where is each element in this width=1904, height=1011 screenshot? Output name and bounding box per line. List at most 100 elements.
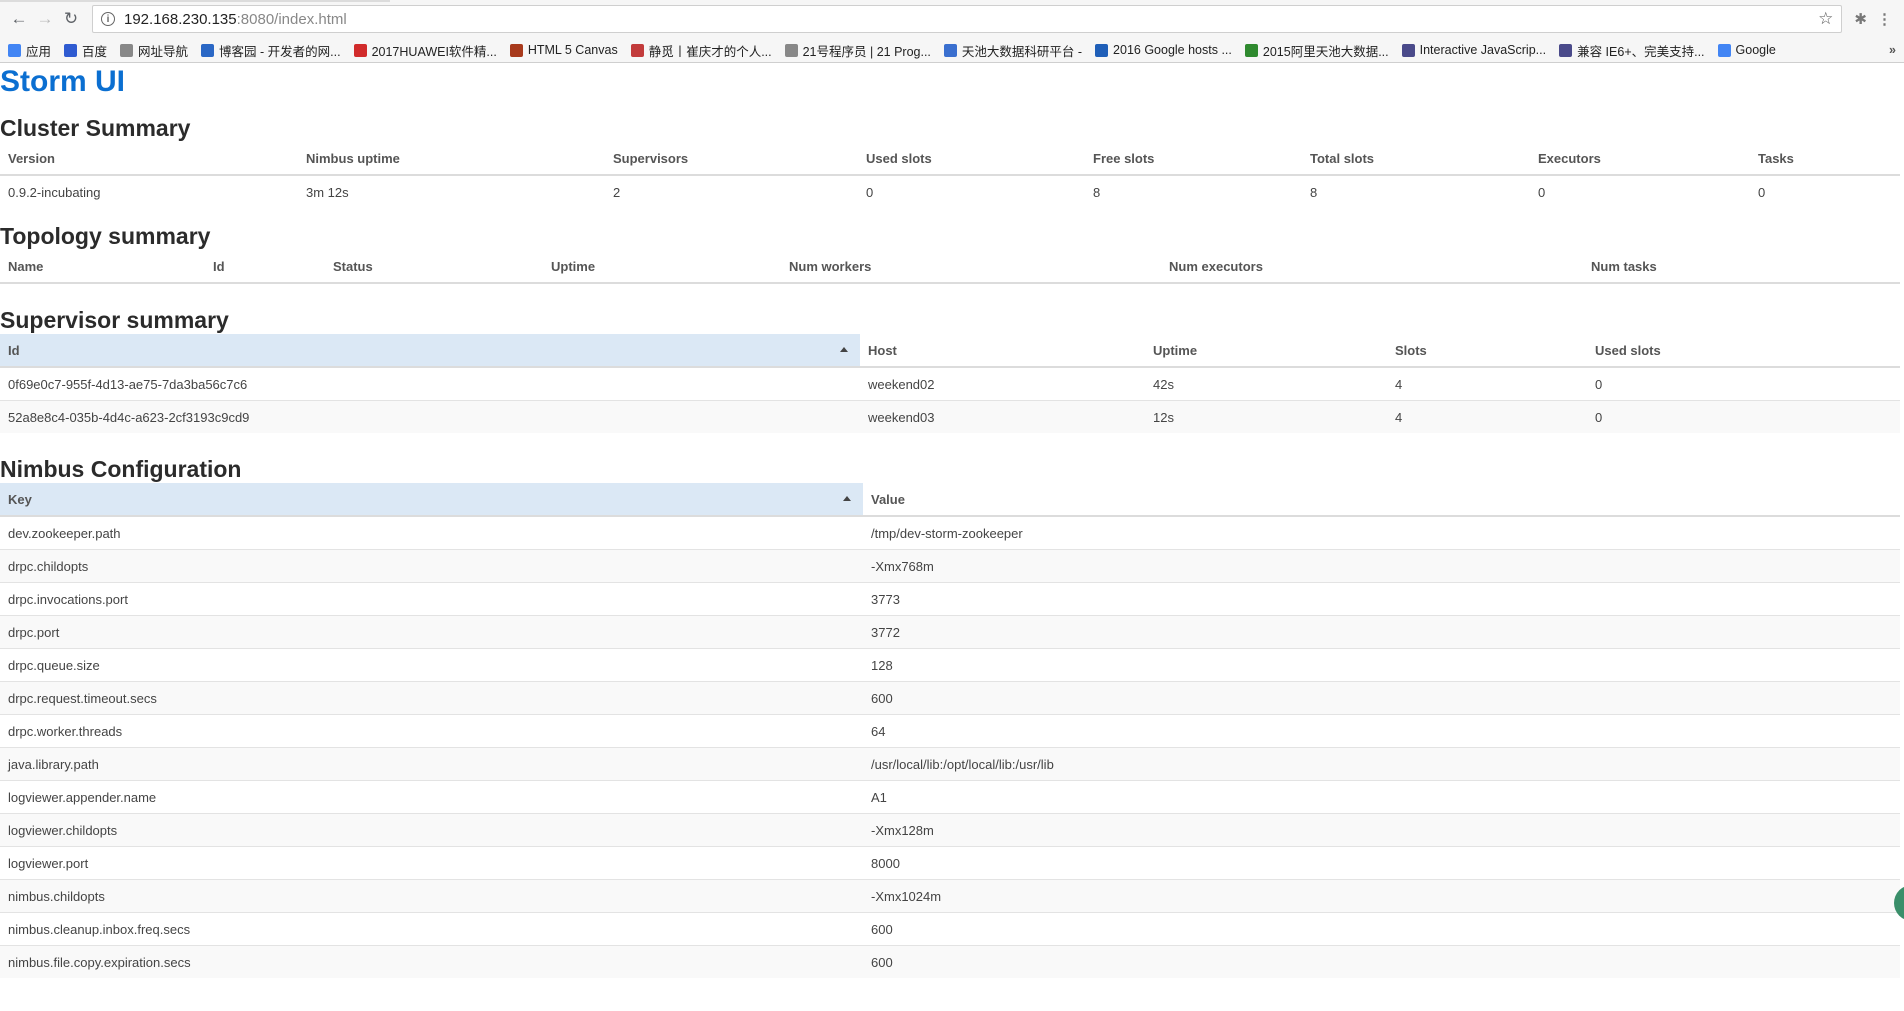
bookmark-label: 天池大数据科研平台 - bbox=[961, 44, 1083, 59]
bookmark-item[interactable]: 2016 Google hosts ... bbox=[1095, 43, 1232, 57]
table-row: drpc.queue.size 128 bbox=[0, 648, 1900, 682]
sort-ascending-icon bbox=[843, 496, 851, 501]
table-row: dev.zookeeper.path/tmp/dev-storm-zookeep… bbox=[0, 515, 1900, 550]
nimbus-cell: 64 bbox=[863, 714, 1900, 748]
google-icon bbox=[1717, 43, 1731, 57]
cluster-column-header[interactable]: Total slots bbox=[1302, 142, 1530, 176]
table-row: 0f69e0c7-955f-4d13-ae75-7da3ba56c7c6 week… bbox=[0, 366, 1900, 401]
nimbus-configuration-heading: Nimbus Configuration bbox=[0, 456, 242, 482]
cluster-column-header[interactable]: Used slots bbox=[858, 142, 1085, 176]
nimbus-cell: dev.zookeeper.path bbox=[0, 515, 863, 550]
bookmark-item[interactable]: HTML 5 Canvas bbox=[509, 43, 618, 57]
nimbus-cell: drpc.request.timeout.secs bbox=[0, 681, 863, 715]
address-bar[interactable]: i 192.168.230.135:8080/index.html ☆ bbox=[92, 5, 1843, 33]
cluster-column-header[interactable]: Nimbus uptime bbox=[298, 142, 605, 176]
bookmark-label: HTML 5 Canvas bbox=[527, 43, 618, 57]
nimbus-cell: logviewer.appender.name bbox=[0, 780, 863, 814]
bookmark-item[interactable]: 网址导航 bbox=[120, 41, 188, 60]
forward-arrow-icon[interactable]: → bbox=[32, 6, 58, 32]
bookmark-label: 21号程序员 | 21 Prog... bbox=[802, 44, 931, 59]
nimbus-cell: java.library.path bbox=[0, 747, 863, 781]
bookmark-item[interactable]: Google bbox=[1717, 43, 1776, 57]
browser-toolbar: ← → ↻ i 192.168.230.135:8080/index.html … bbox=[0, 0, 1904, 38]
tab-strip-edge bbox=[0, 0, 390, 2]
table-row: nimbus.cleanup.inbox.freq.secs 600 bbox=[0, 912, 1900, 946]
topology-column-header[interactable]: Id bbox=[205, 250, 325, 284]
supervisor-column-header[interactable]: Host bbox=[860, 334, 1145, 368]
cluster-column-header[interactable]: Free slots bbox=[1085, 142, 1302, 176]
cluster-cell: 2 bbox=[605, 174, 858, 208]
nimbus-cell: 3772 bbox=[863, 615, 1900, 649]
supervisor-column-header[interactable]: Slots bbox=[1387, 334, 1587, 368]
baidu-icon bbox=[64, 43, 78, 57]
cluster-cell: 0.9.2-incubating bbox=[0, 174, 298, 208]
bookmark-label: 兼容 IE6+、完美支持... bbox=[1577, 44, 1705, 59]
supervisor-cell: 0 bbox=[1587, 366, 1900, 401]
supervisor-cell: 0 bbox=[1587, 400, 1900, 433]
page-title[interactable]: Storm UI bbox=[0, 65, 1904, 99]
supervisor-cell: weekend02 bbox=[860, 366, 1145, 401]
bookmarks-bar: 应用 百度 网址导航 博客园 - 开发者的网... 2017HUAWEI软件精... HT… bbox=[0, 38, 1904, 63]
topology-summary-heading: Topology summary bbox=[0, 223, 211, 249]
supervisor-column-header[interactable]: Uptime bbox=[1145, 334, 1387, 368]
bookmark-item[interactable]: 博客园 - 开发者的网... bbox=[201, 41, 341, 60]
back-arrow-icon[interactable]: ← bbox=[6, 6, 32, 32]
topology-column-header[interactable]: Status bbox=[325, 250, 543, 284]
table-row: drpc.invocations.port 3773 bbox=[0, 582, 1900, 616]
cluster-column-header[interactable]: Executors bbox=[1530, 142, 1750, 176]
l-logo-icon bbox=[1095, 43, 1109, 57]
sort-ascending-icon bbox=[840, 347, 848, 352]
topology-column-header[interactable]: Num workers bbox=[781, 250, 1161, 284]
nimbus-cell: drpc.childopts bbox=[0, 549, 863, 583]
js-icon bbox=[1401, 43, 1415, 57]
cluster-column-header[interactable]: Supervisors bbox=[605, 142, 858, 176]
supervisor-cell[interactable]: 52a8e8c4-035b-4d4c-a623-2cf3193c9cd9 bbox=[0, 400, 860, 433]
nimbus-cell: nimbus.childopts bbox=[0, 879, 863, 913]
bookmark-item[interactable]: 兼容 IE6+、完美支持... bbox=[1559, 41, 1705, 60]
bookmark-star-icon[interactable]: ☆ bbox=[1818, 9, 1833, 29]
nimbus-column-header[interactable]: Key bbox=[0, 483, 863, 517]
supervisor-column-header[interactable]: Id bbox=[0, 334, 860, 368]
apps-grid-icon bbox=[8, 43, 21, 57]
cluster-cell: 8 bbox=[1085, 174, 1302, 208]
bookmarks-more-icon[interactable]: » bbox=[1889, 43, 1896, 57]
bookmark-item[interactable]: 2015阿里天池大数据... bbox=[1244, 41, 1389, 60]
nimbus-cell: A1 bbox=[863, 780, 1900, 814]
table-row: drpc.request.timeout.secs 600 bbox=[0, 681, 1900, 715]
bookmark-item[interactable]: 应用 bbox=[8, 41, 51, 60]
nimbus-cell: nimbus.file.copy.expiration.secs bbox=[0, 945, 863, 978]
nimbus-cell: logviewer.port bbox=[0, 846, 863, 880]
bookmark-item[interactable]: 天池大数据科研平台 - bbox=[943, 41, 1083, 60]
bookmark-label: 静觅丨崔庆才的个人... bbox=[648, 44, 772, 59]
cluster-column-header[interactable]: Version bbox=[0, 142, 298, 176]
extension-puzzle-icon[interactable]: ✱ bbox=[1854, 10, 1867, 28]
menu-kebab-icon[interactable]: ⋮ bbox=[1877, 10, 1892, 28]
nimbus-cell: 600 bbox=[863, 681, 1900, 715]
supervisor-cell[interactable]: 0f69e0c7-955f-4d13-ae75-7da3ba56c7c6 bbox=[0, 366, 860, 401]
cluster-column-header[interactable]: Tasks bbox=[1750, 142, 1900, 176]
topology-column-header[interactable]: Name bbox=[0, 250, 205, 284]
nimbus-cell: logviewer.childopts bbox=[0, 813, 863, 847]
bookmark-item[interactable]: 2017HUAWEI软件精... bbox=[353, 41, 497, 60]
cluster-cell: 0 bbox=[858, 174, 1085, 208]
table-row: logviewer.port 8000 bbox=[0, 846, 1900, 880]
page-icon bbox=[784, 43, 798, 57]
g-logo-icon bbox=[630, 43, 644, 57]
bookmark-item[interactable]: 静觅丨崔庆才的个人... bbox=[630, 41, 772, 60]
table-row: drpc.worker.threads 64 bbox=[0, 714, 1900, 748]
nimbus-cell: drpc.port bbox=[0, 615, 863, 649]
url-path: :8080/index.html bbox=[236, 10, 347, 28]
bookmark-item[interactable]: Interactive JavaScrip... bbox=[1401, 43, 1546, 57]
info-icon[interactable]: i bbox=[101, 12, 115, 26]
topology-column-header[interactable]: Num tasks bbox=[1583, 250, 1900, 284]
topology-column-header[interactable]: Uptime bbox=[543, 250, 781, 284]
nimbus-cell: 600 bbox=[863, 912, 1900, 946]
nimbus-column-header[interactable]: Value bbox=[863, 483, 1900, 517]
cluster-summary-table: Version Nimbus uptime Supervisors Used slot… bbox=[0, 142, 1900, 208]
bookmark-item[interactable]: 百度 bbox=[64, 41, 107, 60]
table-row: drpc.childopts -Xmx768m bbox=[0, 549, 1900, 583]
topology-column-header[interactable]: Num executors bbox=[1161, 250, 1583, 284]
supervisor-column-header[interactable]: Used slots bbox=[1587, 334, 1900, 368]
reload-icon[interactable]: ↻ bbox=[58, 6, 84, 32]
bookmark-item[interactable]: 21号程序员 | 21 Prog... bbox=[784, 41, 931, 60]
